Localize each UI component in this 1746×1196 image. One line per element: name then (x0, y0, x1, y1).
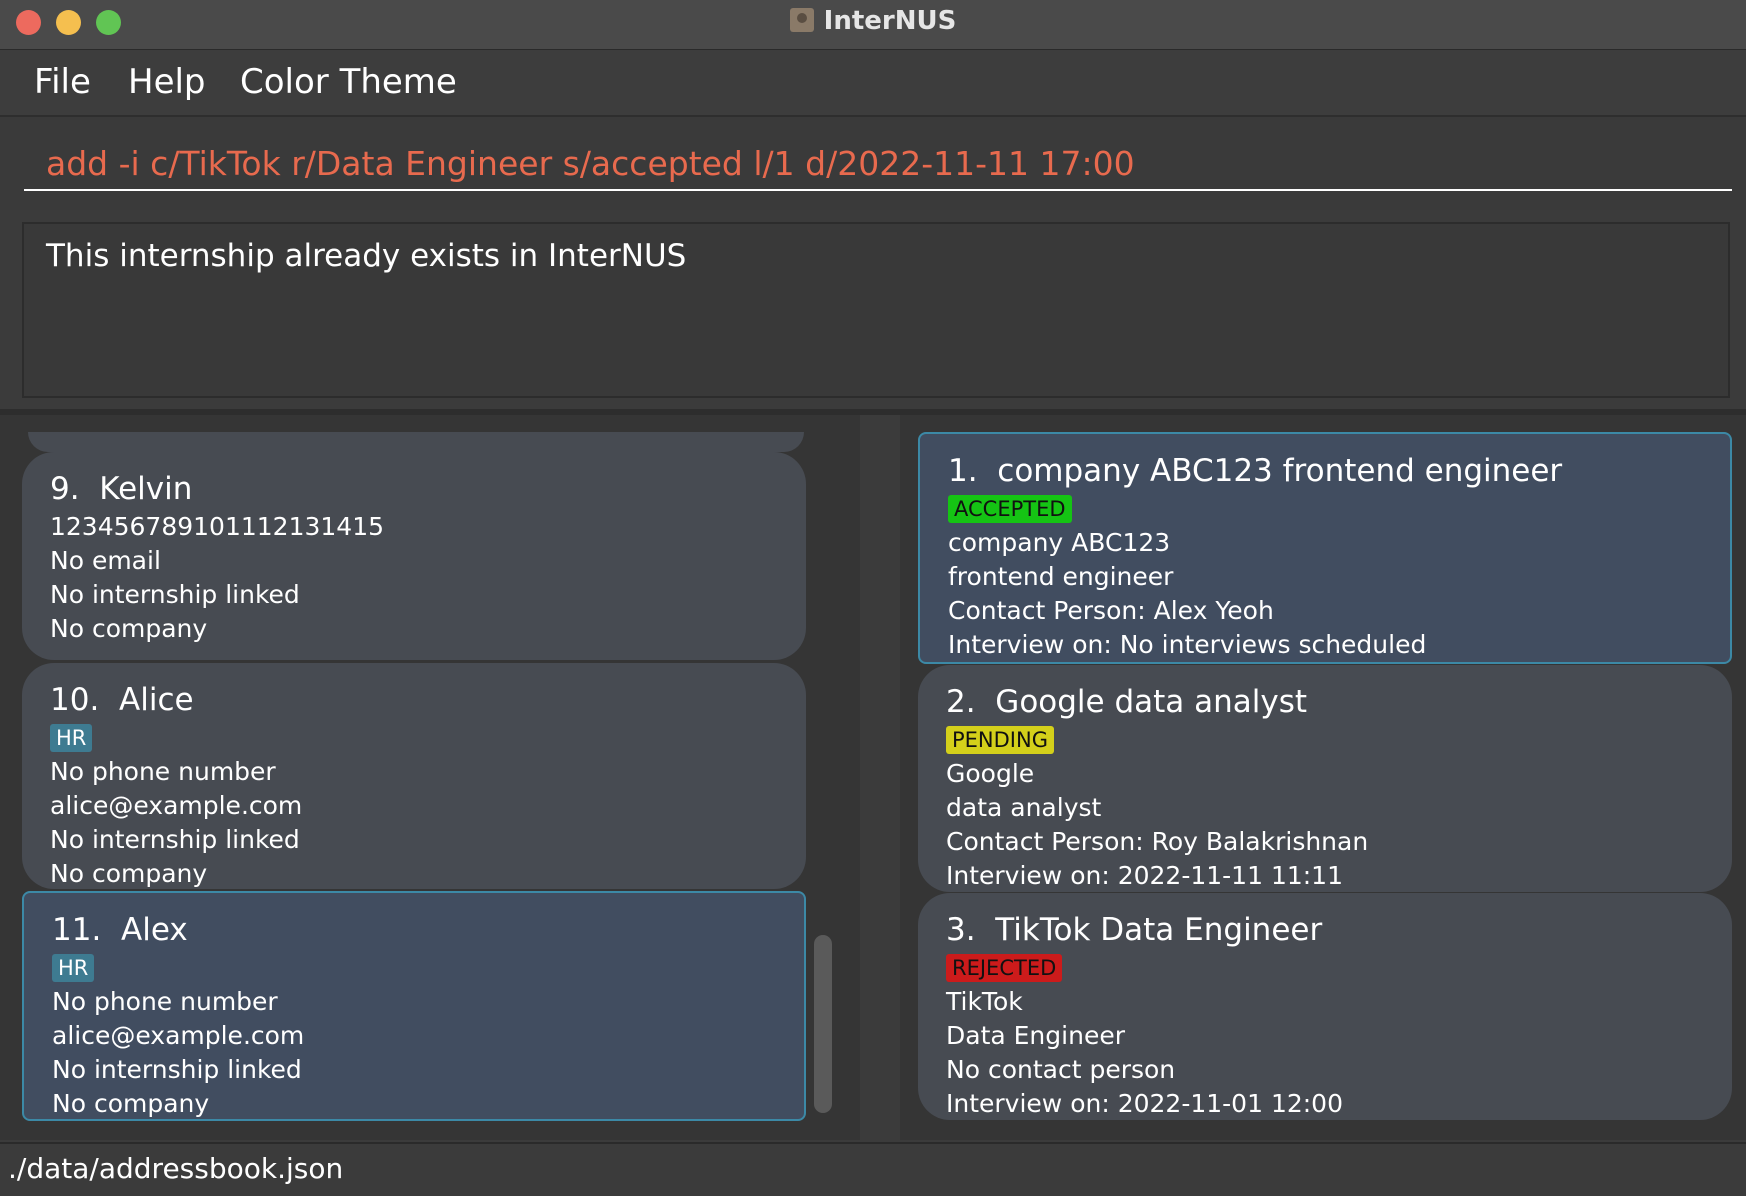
result-message: This internship already exists in InterN… (46, 238, 687, 274)
person-list-scrollbar[interactable] (814, 935, 832, 1113)
internship-index: 2. (946, 684, 976, 720)
person-tag: HR (52, 954, 95, 982)
menu-help[interactable]: Help (128, 62, 206, 102)
window-title: InterNUS (823, 6, 957, 36)
person-title: 10. Alice (50, 679, 778, 721)
person-title: 9. Kelvin (50, 468, 778, 510)
internship-company: company ABC123 (948, 528, 1171, 557)
command-input[interactable] (24, 137, 1732, 191)
internship-role: frontend engineer (948, 562, 1174, 591)
result-display: This internship already exists in InterN… (22, 222, 1730, 398)
person-email: alice@example.com (50, 791, 303, 820)
person-title: 11. Alex (52, 909, 776, 951)
person-name: Kelvin (99, 471, 193, 507)
person-company: No company (50, 614, 208, 643)
internship-contact: No contact person (946, 1055, 1176, 1084)
status-badge: ACCEPTED (948, 495, 1072, 523)
app-icon (789, 8, 814, 32)
person-index: 11. (52, 912, 102, 948)
internship-contact: Contact Person: Alex Yeoh (948, 596, 1274, 625)
person-phone: No phone number (50, 757, 276, 786)
internship-card-selected[interactable]: 1. company ABC123 frontend engineer ACCE… (918, 432, 1732, 664)
internship-company: Google (946, 759, 1035, 788)
internship-title: 2. Google data analyst (946, 681, 1704, 723)
internship-role: data analyst (946, 793, 1102, 822)
internship-company: TikTok (946, 987, 1023, 1016)
internship-index: 3. (946, 912, 976, 948)
previous-person-card-edge (28, 432, 804, 452)
internship-name: company ABC123 frontend engineer (997, 453, 1563, 489)
window-title-wrap: InterNUS (0, 6, 1746, 36)
internship-interview: Interview on: 2022-11-01 12:00 (946, 1089, 1343, 1118)
command-box (0, 117, 1746, 210)
person-index: 9. (50, 471, 80, 507)
menu-bar: File Help Color Theme (0, 50, 1746, 117)
title-bar: InterNUS (0, 0, 1746, 50)
internship-interview: Interview on: 2022-11-11 11:11 (946, 861, 1343, 890)
person-tag: HR (50, 724, 93, 752)
save-location-path: ./data/addressbook.json (8, 1152, 344, 1185)
internship-interview: Interview on: No interviews scheduled (948, 630, 1427, 659)
person-phone: 123456789101112131415 (50, 512, 385, 541)
status-bar: ./data/addressbook.json (0, 1142, 1746, 1196)
menu-file[interactable]: File (34, 62, 91, 102)
internship-index: 1. (948, 453, 978, 489)
status-badge: PENDING (946, 726, 1054, 754)
internship-role: Data Engineer (946, 1021, 1125, 1050)
menu-color-theme[interactable]: Color Theme (240, 62, 457, 102)
person-card-selected[interactable]: 11. Alex HR No phone number alice@exampl… (22, 891, 806, 1121)
person-company: No company (52, 1089, 210, 1118)
internship-card[interactable]: 3. TikTok Data Engineer REJECTED TikTok … (918, 893, 1732, 1120)
person-email: No email (50, 546, 161, 575)
person-internship: No internship linked (52, 1055, 302, 1084)
internship-contact: Contact Person: Roy Balakrishnan (946, 827, 1369, 856)
internship-name: TikTok Data Engineer (995, 912, 1323, 948)
person-name: Alex (121, 912, 188, 948)
person-internship: No internship linked (50, 825, 300, 854)
person-name: Alice (119, 682, 194, 718)
internship-title: 3. TikTok Data Engineer (946, 909, 1704, 951)
internship-title: 1. company ABC123 frontend engineer (948, 450, 1702, 492)
internship-card[interactable]: 2. Google data analyst PENDING Google da… (918, 665, 1732, 892)
person-email: alice@example.com (52, 1021, 305, 1050)
status-badge: REJECTED (946, 954, 1063, 982)
person-company: No company (50, 859, 208, 888)
internship-name: Google data analyst (995, 684, 1308, 720)
person-phone: No phone number (52, 987, 278, 1016)
person-index: 10. (50, 682, 100, 718)
person-internship: No internship linked (50, 580, 300, 609)
person-card[interactable]: 9. Kelvin 123456789101112131415 No email… (22, 452, 806, 660)
person-card[interactable]: 10. Alice HR No phone number alice@examp… (22, 663, 806, 889)
